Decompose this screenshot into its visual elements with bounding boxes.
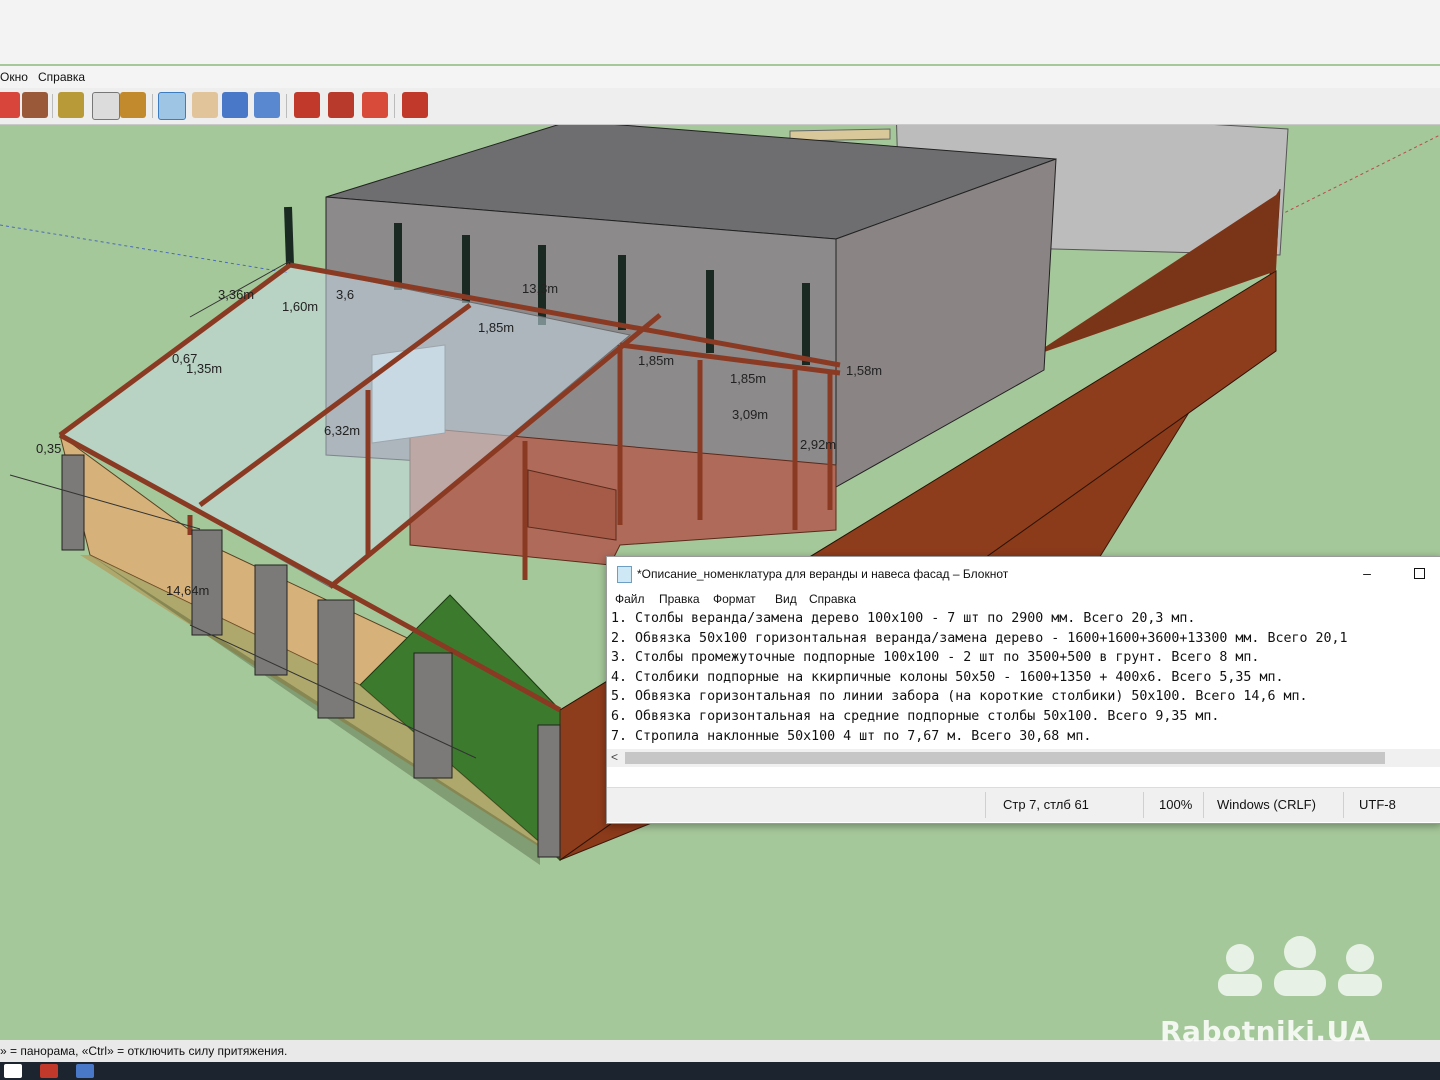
orbit-icon[interactable] bbox=[158, 92, 186, 120]
watermark-text: Rabotniki.UA bbox=[1160, 1015, 1372, 1048]
dimension-label: 6,32m bbox=[324, 423, 361, 438]
text-line: 5. Обвязка горизонтальная по линии забор… bbox=[611, 689, 1308, 705]
start-icon[interactable] bbox=[4, 1064, 22, 1078]
scroll-thumb[interactable] bbox=[625, 752, 1385, 764]
notepad-menu: Файл Правка Формат Вид Справка bbox=[607, 591, 1440, 609]
next-view-icon[interactable] bbox=[328, 92, 354, 118]
axis-line-blue bbox=[0, 224, 291, 274]
dimension-label: 0,35 bbox=[36, 441, 62, 456]
status-separator bbox=[1343, 792, 1344, 818]
menu-format[interactable]: Формат bbox=[713, 592, 756, 606]
dimension-label: 1,85m bbox=[478, 320, 515, 335]
dimension-label: 3,36m bbox=[218, 287, 255, 302]
text-line: 2. Обвязка 50х100 горизонтальная веранда… bbox=[611, 630, 1348, 646]
pan-icon[interactable] bbox=[192, 92, 218, 118]
text-line: 1. Столбы веранда/замена дерево 100х100 … bbox=[611, 611, 1196, 626]
export-icon[interactable] bbox=[22, 92, 48, 118]
text-line: 4. Столбики подпорные на ккирпичные коло… bbox=[611, 669, 1284, 685]
dimension-label: 14,64m bbox=[166, 583, 210, 598]
menu-bar: Окно Справка bbox=[0, 66, 1440, 88]
dimension-label: 13,3m bbox=[522, 281, 559, 296]
paint-bucket-icon[interactable] bbox=[120, 92, 146, 118]
status-hint: » = панорама, «Ctrl» = отключить силу пр… bbox=[0, 1044, 288, 1058]
sketchup-window: Окно Справка 3,36m 1,60m 3,6 13,3m 1,85m… bbox=[0, 0, 1440, 1080]
menu-help[interactable]: Справка bbox=[809, 592, 856, 606]
dimension-label: 1,60m bbox=[282, 299, 319, 314]
previous-view-icon[interactable] bbox=[294, 92, 320, 118]
toolbar-separator bbox=[394, 94, 395, 118]
menu-edit[interactable]: Правка bbox=[659, 592, 700, 606]
dimension-label: 2,92m bbox=[800, 437, 837, 452]
toolbar-separator bbox=[52, 94, 53, 118]
title-area bbox=[0, 0, 1440, 64]
tape-measure-icon[interactable] bbox=[58, 92, 84, 118]
status-separator bbox=[985, 792, 986, 818]
scroll-left-icon[interactable]: < bbox=[611, 750, 618, 764]
menu-window[interactable]: Окно bbox=[0, 70, 28, 84]
menu-file[interactable]: Файл bbox=[615, 592, 645, 606]
dimension-label: 3,09m bbox=[732, 407, 769, 422]
rotate-icon[interactable] bbox=[0, 92, 20, 118]
taskbar bbox=[0, 1062, 1440, 1080]
zoom-extents-icon[interactable] bbox=[254, 92, 280, 118]
notepad-statusbar: Стр 7, стлб 61 100% Windows (CRLF) UTF-8 bbox=[607, 787, 1440, 822]
minimize-button[interactable]: – bbox=[1355, 563, 1379, 583]
text-line: 7. Стропила наклонные 50х100 4 шт по 7,6… bbox=[611, 728, 1092, 744]
toolbar-separator bbox=[152, 94, 153, 118]
dimension-label: 3,6 bbox=[336, 287, 355, 302]
menu-help[interactable]: Справка bbox=[38, 70, 85, 84]
maximize-button[interactable] bbox=[1407, 563, 1431, 583]
dimension-label: 1,85m bbox=[638, 353, 675, 368]
watermark-logo-icon bbox=[1218, 936, 1382, 996]
status-separator bbox=[1143, 792, 1144, 818]
axis-line-red bbox=[1279, 134, 1440, 216]
text-line: 3. Столбы промежуточные подпорные 100х10… bbox=[611, 650, 1260, 666]
dimension-label: 1,35m bbox=[186, 361, 223, 376]
notepad-task-icon[interactable] bbox=[76, 1064, 94, 1078]
horizontal-scrollbar[interactable]: < bbox=[607, 749, 1440, 767]
toolbar-separator bbox=[286, 94, 287, 118]
line-endings: Windows (CRLF) bbox=[1217, 797, 1316, 812]
encoding: UTF-8 bbox=[1359, 797, 1396, 812]
text-line: 6. Обвязка горизонтальная на средние под… bbox=[611, 708, 1220, 724]
maximize-icon bbox=[1413, 568, 1425, 579]
status-separator bbox=[1203, 792, 1204, 818]
notepad-window[interactable]: *Описание_номенклатура для веранды и нав… bbox=[606, 556, 1440, 824]
text-icon[interactable] bbox=[92, 92, 120, 120]
sketchup-task-icon[interactable] bbox=[40, 1064, 58, 1078]
warehouse-icon[interactable] bbox=[402, 92, 428, 118]
toolbar bbox=[0, 88, 1440, 125]
notepad-text-area[interactable]: 1. Столбы веранда/замена дерево 100х100 … bbox=[611, 609, 1440, 749]
section-icon[interactable] bbox=[362, 92, 388, 118]
dimension-label: 1,85m bbox=[730, 371, 767, 386]
dimension-label: 1,58m bbox=[846, 363, 883, 378]
menu-view[interactable]: Вид bbox=[775, 592, 797, 606]
zoom-icon[interactable] bbox=[222, 92, 248, 118]
notepad-titlebar[interactable]: *Описание_номенклатура для веранды и нав… bbox=[607, 557, 1440, 591]
notepad-icon bbox=[617, 566, 632, 583]
notepad-title: *Описание_номенклатура для веранды и нав… bbox=[637, 567, 1009, 581]
cursor-position: Стр 7, стлб 61 bbox=[1003, 797, 1089, 812]
zoom-level: 100% bbox=[1159, 797, 1193, 812]
